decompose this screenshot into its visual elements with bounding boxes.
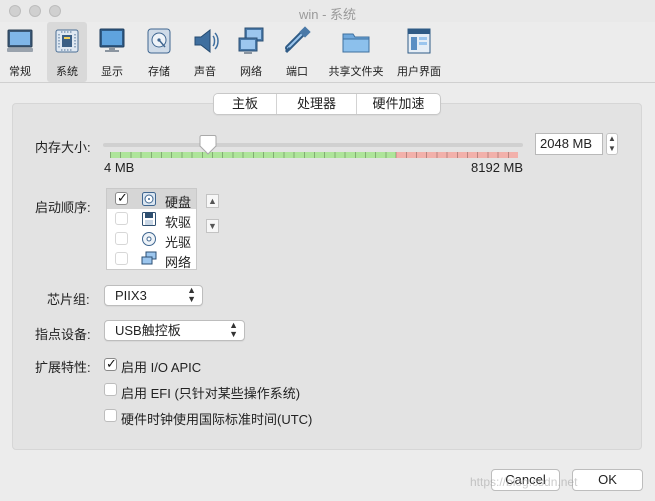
efi-checkbox[interactable] <box>104 383 117 396</box>
memory-max-label: 8192 MB <box>471 160 524 175</box>
toolbar-network[interactable]: 网络 <box>231 22 271 82</box>
boot-order-label: 启动顺序: <box>35 200 91 215</box>
toolbar-user-interface[interactable]: 用户界面 <box>394 22 444 82</box>
extended-features-label: 扩展特性: <box>35 360 91 375</box>
memory-value-field[interactable]: 2048 MB <box>535 133 603 155</box>
chip-icon <box>55 29 79 53</box>
chipset-label: 芯片组: <box>47 292 90 307</box>
toolbar-shared-folders[interactable]: 共享文件夹 <box>327 22 385 82</box>
boot-item-optical[interactable]: 光驱 <box>107 229 196 250</box>
network-icon <box>141 251 157 265</box>
io-apic-checkbox[interactable] <box>104 356 117 372</box>
network-icon <box>238 27 264 54</box>
storage-icon <box>147 28 171 54</box>
memory-stepper[interactable]: ▲ ▼ <box>606 133 618 155</box>
pointing-device-label: 指点设备: <box>35 327 91 342</box>
speaker-icon <box>194 28 219 54</box>
ok-button[interactable]: OK <box>572 469 643 491</box>
boot-item-network[interactable]: 网络 <box>107 249 196 270</box>
toolbar-ports[interactable]: 端口 <box>277 22 317 82</box>
tab-motherboard[interactable]: 主板 <box>214 94 277 114</box>
tab-acceleration[interactable]: 硬件加速 <box>357 94 440 114</box>
memory-min-label: 4 MB <box>104 160 135 175</box>
memory-slider-knob[interactable] <box>199 135 217 155</box>
folder-icon <box>342 33 370 53</box>
port-icon <box>284 26 311 54</box>
toolbar-system[interactable]: 系统 <box>47 22 87 82</box>
move-up-button[interactable]: ▲ <box>206 194 219 208</box>
boot-order-list: 硬盘 软驱 光驱 网络 <box>106 188 197 270</box>
watermark: https://blog.csdn.net <box>470 475 578 489</box>
boot-item-checkbox[interactable] <box>115 190 128 206</box>
optical-icon <box>142 232 156 246</box>
memory-slider-track[interactable] <box>103 143 523 147</box>
chipset-select[interactable]: PIIX3 ▲ ▼ <box>104 285 203 306</box>
toolbar-display[interactable]: 显示 <box>92 22 132 82</box>
tab-processor[interactable]: 处理器 <box>277 94 357 114</box>
chevron-updown-icon: ▲ ▼ <box>187 285 196 304</box>
window-title: win - 系统 <box>298 7 357 22</box>
arrow-down-icon: ▼ <box>208 221 217 231</box>
title-bar: win - 系统 <box>0 0 655 22</box>
utc-checkbox[interactable] <box>104 409 117 422</box>
boot-item-floppy[interactable]: 软驱 <box>107 209 196 230</box>
arrow-up-icon: ▲ <box>208 196 217 206</box>
boot-item-hdd[interactable]: 硬盘 <box>107 189 196 210</box>
stepper-down-icon[interactable]: ▼ <box>607 144 617 154</box>
tab-bar: 主板 处理器 硬件加速 <box>213 93 441 115</box>
toolbar-audio[interactable]: 声音 <box>185 22 225 82</box>
display-icon <box>99 28 125 52</box>
move-down-button[interactable]: ▼ <box>206 219 219 233</box>
boot-item-checkbox[interactable] <box>115 212 128 225</box>
ui-icon <box>407 28 431 54</box>
memory-slider-ticks <box>110 152 518 158</box>
pointing-device-select[interactable]: USB触控板 ▲ ▼ <box>104 320 245 341</box>
settings-window: win - 系统 常规 系统 显示 存储 声音 网络 端口 共享文件夹 用户界面… <box>0 0 655 501</box>
stepper-up-icon[interactable]: ▲ <box>607 134 617 144</box>
boot-item-checkbox[interactable] <box>115 252 128 265</box>
disk-icon <box>142 192 156 206</box>
boot-item-checkbox[interactable] <box>115 232 128 245</box>
memory-label: 内存大小: <box>35 140 91 155</box>
monitor-icon <box>7 29 33 52</box>
chevron-updown-icon: ▲ ▼ <box>229 320 238 339</box>
floppy-icon <box>142 212 156 226</box>
toolbar-storage[interactable]: 存储 <box>139 22 179 82</box>
toolbar-general[interactable]: 常规 <box>0 22 40 82</box>
settings-toolbar: 常规 系统 显示 存储 声音 网络 端口 共享文件夹 用户界面 <box>0 22 655 83</box>
